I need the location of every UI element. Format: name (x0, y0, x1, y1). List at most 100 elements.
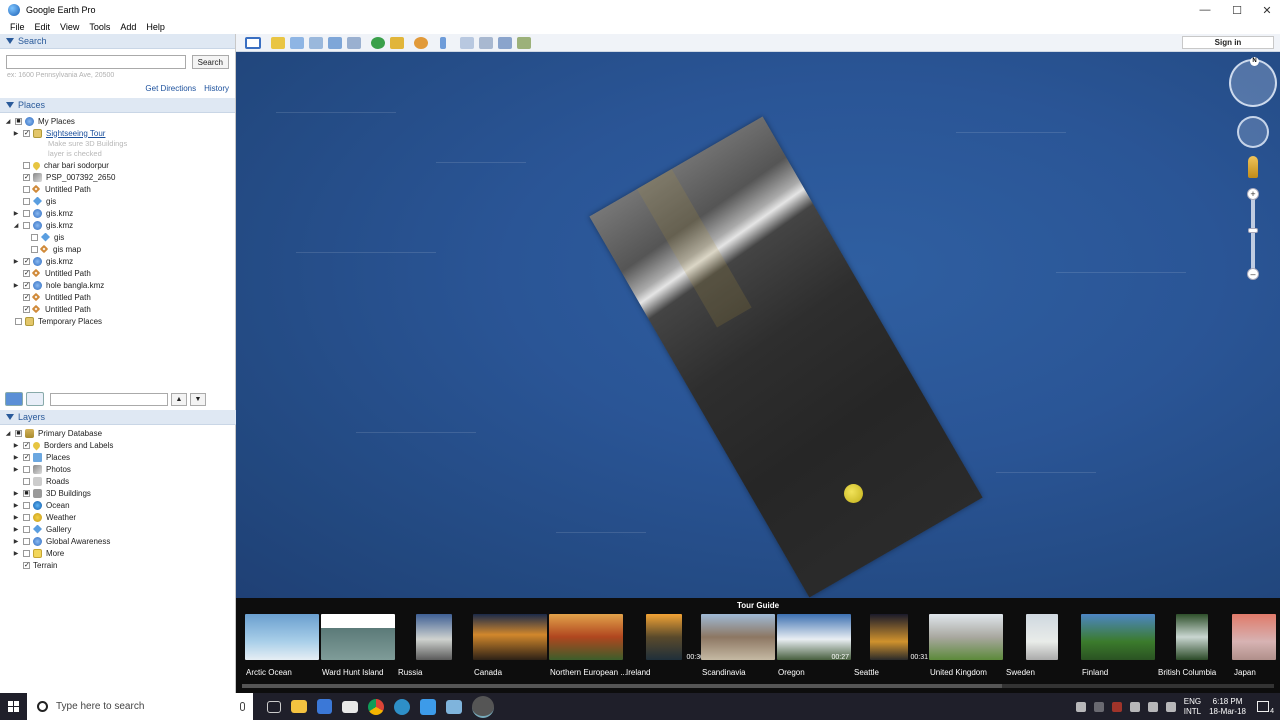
north-indicator[interactable]: N (1250, 57, 1259, 66)
expand-toggle-icon[interactable]: ▶ (12, 454, 20, 461)
checkbox[interactable] (23, 197, 30, 205)
search-input[interactable] (6, 55, 186, 69)
record-tour-icon[interactable] (347, 36, 361, 49)
search-button[interactable]: Search (191, 55, 229, 69)
zoom-out-button[interactable]: – (1247, 268, 1259, 280)
checkbox[interactable]: ✓ (23, 257, 30, 265)
move-joystick[interactable] (1237, 116, 1269, 148)
planets-icon[interactable] (414, 36, 428, 49)
menu-file[interactable]: File (10, 22, 25, 32)
tour-thumb-russia[interactable] (416, 614, 452, 660)
checkbox[interactable] (23, 501, 30, 509)
tree-item[interactable]: ✓ Untitled Path (0, 291, 235, 303)
expand-toggle-icon[interactable]: ◢ (4, 118, 12, 125)
file-explorer-icon[interactable] (291, 700, 307, 713)
expand-toggle-icon[interactable]: ▶ (12, 490, 20, 497)
expand-toggle-icon[interactable]: ▶ (12, 442, 20, 449)
tree-item[interactable]: ✓ Untitled Path (0, 267, 235, 279)
checkbox[interactable]: ✓ (23, 269, 30, 277)
history-link[interactable]: History (204, 84, 229, 93)
checkbox[interactable] (31, 233, 38, 241)
layer-item[interactable]: ▶ Weather (0, 511, 236, 523)
get-directions-link[interactable]: Get Directions (145, 84, 196, 93)
tree-item[interactable]: gis (0, 231, 235, 243)
layer-terrain[interactable]: ✓ Terrain (0, 559, 236, 571)
layer-item[interactable]: ▶ ■ 3D Buildings (0, 487, 236, 499)
minimize-button[interactable]: — (1190, 0, 1220, 20)
tree-item-my-places[interactable]: ◢ ■ My Places (0, 115, 235, 127)
checkbox[interactable] (23, 549, 30, 557)
taskbar-search-box[interactable]: Type here to search (27, 693, 253, 720)
checkbox[interactable] (23, 477, 30, 485)
ruler-icon[interactable] (440, 36, 446, 49)
menu-edit[interactable]: Edit (35, 22, 51, 32)
checkbox[interactable] (23, 513, 30, 521)
maximize-button[interactable]: ☐ (1222, 0, 1252, 20)
checkbox[interactable] (23, 465, 30, 473)
tree-item[interactable]: gis map (0, 243, 235, 255)
layers-panel-header[interactable]: Layers (0, 410, 236, 425)
tour-thumb-northern-european[interactable] (549, 614, 623, 660)
checkbox[interactable]: ✓ (23, 173, 30, 181)
tree-item[interactable]: char bari sodorpur (0, 159, 235, 171)
tree-item[interactable]: ▶ ✓ gis.kmz (0, 255, 235, 267)
tour-thumb-ward-hunt-island[interactable] (321, 614, 395, 660)
sidebar-toggle-icon[interactable] (26, 392, 44, 406)
print-icon[interactable] (479, 36, 493, 49)
menu-view[interactable]: View (60, 22, 79, 32)
checkbox[interactable] (31, 245, 38, 253)
expand-toggle-icon[interactable]: ▶ (12, 550, 20, 557)
antivirus-icon[interactable] (1111, 701, 1122, 712)
search-app-icon[interactable] (394, 698, 410, 715)
tree-item[interactable]: ✓ PSP_007392_2650 (0, 171, 235, 183)
add-path-icon[interactable] (309, 36, 323, 49)
checkbox[interactable]: ✓ (23, 281, 30, 289)
checkbox[interactable] (23, 209, 30, 217)
tree-item[interactable]: ▶ ✓ hole bangla.kmz (0, 279, 235, 291)
layer-item[interactable]: ▶ ✓ Borders and Labels (0, 439, 236, 451)
checkbox[interactable]: ■ (23, 489, 30, 497)
expand-toggle-icon[interactable]: ▶ (12, 282, 20, 289)
checkbox[interactable]: ✓ (23, 305, 30, 313)
places-panel-header[interactable]: Places (0, 98, 235, 113)
expand-toggle-icon[interactable]: ▶ (12, 466, 20, 473)
add-polygon-icon[interactable] (290, 36, 304, 49)
layer-item[interactable]: ▶ Global Awareness (0, 535, 236, 547)
network-icon[interactable] (1147, 701, 1158, 712)
sign-in-button[interactable]: Sign in (1182, 36, 1274, 49)
system-clock[interactable]: 6:18 PM 18-Mar-18 (1209, 697, 1246, 717)
historical-imagery-icon[interactable] (371, 36, 385, 49)
move-up-icon[interactable]: ▲ (171, 392, 187, 406)
menu-add[interactable]: Add (120, 22, 136, 32)
places-filter-input[interactable] (50, 392, 168, 406)
tray-overflow-icon[interactable] (1093, 701, 1104, 712)
task-view-icon[interactable] (267, 700, 281, 713)
email-icon[interactable] (460, 36, 474, 49)
menu-tools[interactable]: Tools (89, 22, 110, 32)
tour-thumb-ireland[interactable]: 00:30 (646, 614, 704, 661)
tour-thumb-united-kingdom[interactable] (929, 614, 1003, 660)
expand-toggle-icon[interactable]: ▶ (12, 526, 20, 533)
zoom-slider[interactable] (1251, 192, 1255, 278)
checkbox[interactable]: ✓ (23, 293, 30, 301)
tour-thumb-sweden[interactable] (1026, 614, 1058, 660)
checkbox[interactable] (23, 161, 30, 169)
tour-thumb-seattle[interactable]: 00:31 (870, 614, 928, 661)
view-in-maps-icon[interactable] (517, 36, 531, 49)
tree-item[interactable]: gis (0, 195, 235, 207)
people-icon[interactable] (1075, 701, 1086, 712)
sidebar-toggle-icon[interactable] (245, 36, 261, 49)
look-joystick[interactable]: N (1229, 57, 1277, 107)
checkbox[interactable]: ✓ (23, 441, 30, 449)
checkbox[interactable] (23, 537, 30, 545)
checkbox[interactable]: ✓ (23, 561, 30, 569)
tour-thumb-oregon[interactable]: 00:27 (777, 614, 851, 661)
tree-item-sightseeing-tour[interactable]: ▶ ✓ Sightseeing Tour (0, 127, 235, 139)
layer-item[interactable]: ▶ Gallery (0, 523, 236, 535)
close-button[interactable]: ✕ (1252, 0, 1280, 20)
tour-scrollbar-thumb[interactable] (242, 684, 1002, 688)
tour-thumb-canada[interactable] (473, 614, 547, 660)
search-panel-header[interactable]: Search (0, 34, 235, 49)
expand-toggle-icon[interactable]: ▶ (12, 538, 20, 545)
add-placemark-icon[interactable] (271, 36, 285, 49)
